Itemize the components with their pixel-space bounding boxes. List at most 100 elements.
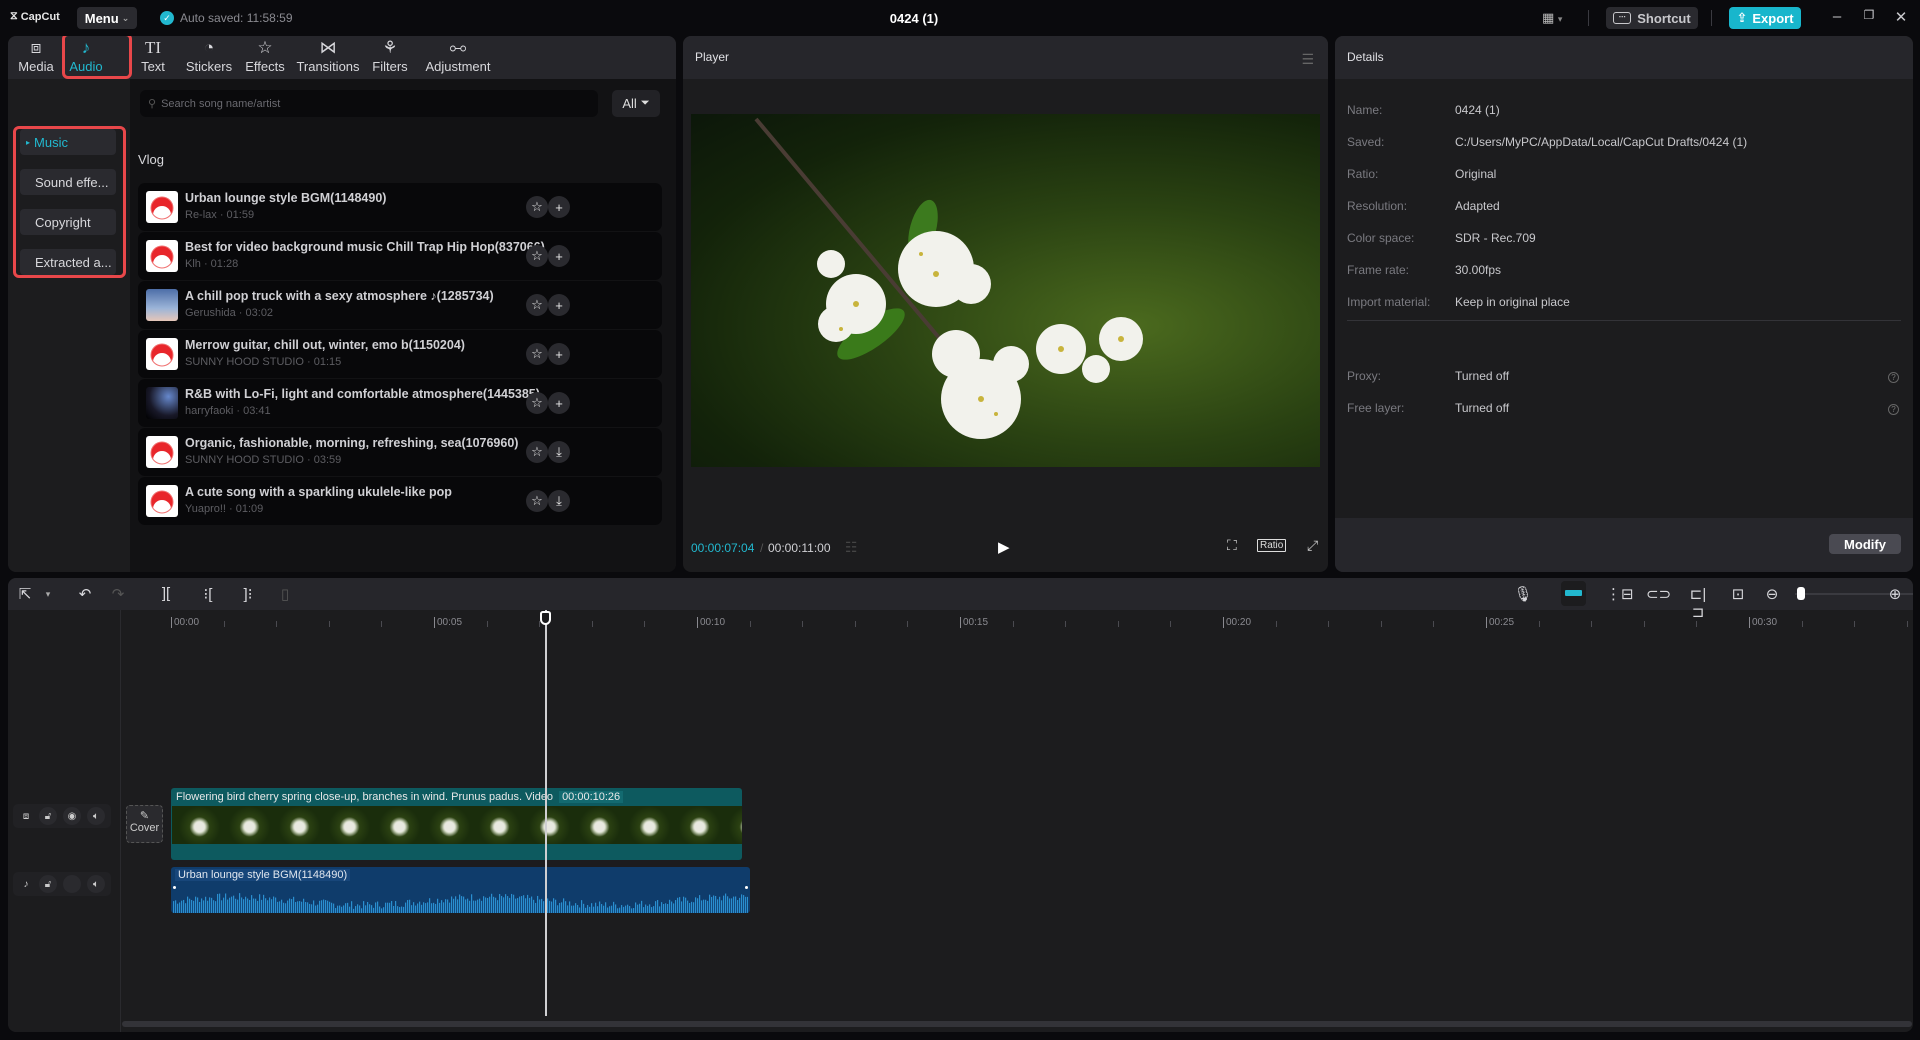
waveform-bar [205,896,207,913]
lock-icon[interactable]: 🔓︎ [39,807,57,825]
waveform-bar [391,901,393,913]
waveform-bar [327,900,329,913]
waveform-bar [425,903,427,913]
favorite-star-icon[interactable]: ☆ [526,490,548,512]
tab-filters[interactable]: ⚘ Filters [370,38,410,78]
undo-icon[interactable]: ↶ [75,585,95,603]
song-item[interactable]: Organic, fashionable, morning, refreshin… [138,428,662,476]
tab-transitions[interactable]: ⋈ Transitions [296,38,360,78]
favorite-star-icon[interactable]: ☆ [526,392,548,414]
favorite-star-icon[interactable]: ☆ [526,196,548,218]
waveform-bar [359,905,361,913]
timeline-ruler[interactable]: 00:00 00:05 00:10 00:15 00:20 00:25 00:30 [8,610,1913,632]
speaker-icon[interactable]: 🔈︎ [87,807,105,825]
zoom-to-fit-icon[interactable]: ⊡ [1728,585,1748,603]
tab-adjustment[interactable]: ⧟ Adjustment [423,38,493,78]
waveform-bar [695,897,697,913]
waveform-bar [503,897,505,913]
waveform-bar [195,896,197,913]
zoom-slider-handle[interactable] [1797,587,1805,600]
shortcut-button[interactable]: ⋯ Shortcut [1606,7,1698,29]
timecode-format-icon[interactable]: ☷ [845,539,858,556]
eye-icon[interactable]: ◉ [63,807,81,825]
split-right-icon[interactable]: ]⁝ [238,585,258,603]
favorite-star-icon[interactable]: ☆ [526,245,548,267]
waveform-bar [561,902,563,913]
select-cursor-icon[interactable]: ⇱ [15,585,35,603]
delete-icon[interactable]: ▯ [275,585,295,603]
restore-button[interactable]: ❐ [1857,8,1881,22]
waveform-bar [385,902,387,913]
close-button[interactable]: ✕ [1889,8,1913,26]
zoom-in-icon[interactable]: ⊕ [1885,585,1905,603]
favorite-star-icon[interactable]: ☆ [526,294,548,316]
song-item[interactable]: R&B with Lo-Fi, light and comfortable at… [138,379,662,427]
song-item[interactable]: A cute song with a sparkling ukulele-lik… [138,477,662,525]
main-track-magnet-toggle[interactable] [1561,581,1586,606]
add-icon[interactable]: + [548,343,570,365]
help-icon[interactable]: ? [1888,404,1899,415]
add-icon[interactable]: + [548,196,570,218]
chevron-down-icon[interactable]: ▾ [38,589,58,600]
add-icon[interactable]: + [548,294,570,316]
add-icon[interactable]: + [548,245,570,267]
play-button[interactable]: ▶ [998,538,1010,556]
video-thumbnail [172,806,222,844]
split-left-icon[interactable]: ⁝[ [198,585,218,603]
tab-text[interactable]: TI Text [138,38,168,78]
waveform-bar [365,905,367,913]
song-item[interactable]: A chill pop truck with a sexy atmosphere… [138,281,662,329]
filter-all-button[interactable]: All ⏷ [612,90,660,117]
modify-button[interactable]: Modify [1829,534,1901,554]
song-item[interactable]: Merrow guitar, chill out, winter, emo b(… [138,330,662,378]
waveform-bar [535,902,537,913]
split-icon[interactable]: ][ [156,585,176,602]
redo-icon[interactable]: ↷ [108,585,128,603]
tab-stickers[interactable]: ◔ Stickers [184,38,234,78]
waveform-bar [543,901,545,913]
audio-track-header: ♪ 🔓︎ 🔈︎ [13,872,111,896]
waveform-bar [745,896,747,913]
download-icon[interactable]: ⤓ [548,441,570,463]
fullscreen-icon[interactable]: ⤢ [1307,537,1318,554]
link-icon[interactable]: ⊂⊃ [1646,585,1671,603]
tab-effects[interactable]: ☆ Effects [243,38,287,78]
song-item[interactable]: Best for video background music Chill Tr… [138,232,662,280]
audio-clip[interactable]: Urban lounge style BGM(1148490) [171,867,750,913]
waveform-bar [325,900,327,913]
divider [1711,10,1712,26]
favorite-star-icon[interactable]: ☆ [526,441,548,463]
waveform-bar [395,901,397,913]
add-icon[interactable]: + [548,392,570,414]
auto-snap-icon[interactable]: ⋮⊟ [1606,585,1634,603]
zoom-preview-icon[interactable]: ⛶ [1227,537,1237,554]
cover-button[interactable]: ✎ Cover [126,805,163,843]
zoom-out-icon[interactable]: ⊖ [1762,585,1782,603]
tab-media[interactable]: ⧈ Media [14,38,58,78]
waveform-bar [183,899,185,913]
video-preview[interactable] [691,114,1320,467]
search-input[interactable]: ⚲ Search song name/artist [140,90,598,117]
lock-icon[interactable]: 🔓︎ [39,875,57,893]
fade-out-handle[interactable] [743,884,750,891]
fade-in-handle[interactable] [171,884,178,891]
favorite-star-icon[interactable]: ☆ [526,343,548,365]
speaker-icon[interactable]: 🔈︎ [87,875,105,893]
video-clip[interactable]: Flowering bird cherry spring close-up, b… [171,788,742,860]
horizontal-scrollbar[interactable] [122,1021,1912,1027]
download-icon[interactable]: ⤓ [548,490,570,512]
export-button[interactable]: ⇪ Export [1729,7,1801,29]
minimize-button[interactable]: – [1825,8,1849,25]
ratio-button[interactable]: Ratio [1257,539,1287,552]
song-item[interactable]: Urban lounge style BGM(1148490) Re-lax · … [138,183,662,231]
ruler-minor-tick [1328,621,1330,627]
playhead-handle[interactable] [540,611,552,625]
hamburger-menu-icon[interactable]: ☰ [1301,51,1314,68]
playhead[interactable] [545,610,548,1016]
layout-icon[interactable]: ▦ ▾ [1542,10,1562,26]
waveform-bar [403,906,405,913]
waveform-bar [467,898,469,913]
video-clip-label: Flowering bird cherry spring close-up, b… [176,791,624,803]
microphone-icon[interactable]: 🎙︎ [1513,585,1533,603]
help-icon[interactable]: ? [1888,372,1899,383]
